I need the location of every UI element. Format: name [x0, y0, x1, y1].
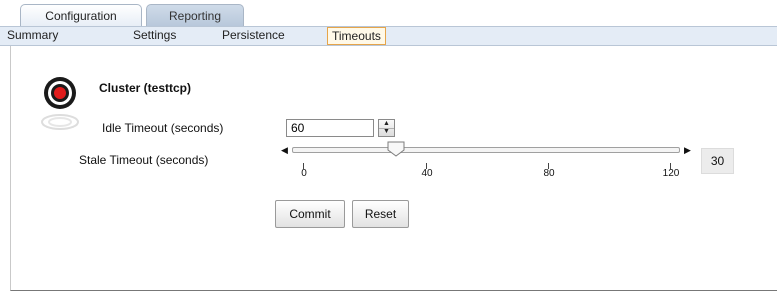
idle-timeout-input[interactable] [286, 119, 374, 137]
reset-button[interactable]: Reset [352, 200, 409, 228]
idle-timeout-spinner[interactable]: ▲ ▼ [378, 119, 395, 137]
idle-timeout-label: Idle Timeout (seconds) [102, 121, 224, 135]
subtab-settings[interactable]: Settings [133, 28, 176, 43]
stale-timeout-label: Stale Timeout (seconds) [79, 153, 209, 167]
tab-reporting[interactable]: Reporting [146, 4, 244, 27]
spinner-down-icon[interactable]: ▼ [379, 128, 394, 136]
slider-tick-label: 120 [662, 168, 680, 179]
slider-tick-label: 80 [543, 168, 555, 179]
timeouts-panel: Configuration Reporting Summary Settings… [0, 0, 777, 294]
subtab-persistence[interactable]: Persistence [222, 28, 285, 43]
stale-timeout-slider-thumb[interactable] [387, 141, 405, 157]
slider-right-arrow-icon[interactable]: ▶ [684, 145, 691, 156]
slider-tick-label: 0 [301, 168, 307, 179]
tab-configuration[interactable]: Configuration [20, 4, 142, 27]
cluster-title: Cluster (testtcp) [99, 81, 192, 95]
commit-button[interactable]: Commit [275, 200, 345, 228]
slider-tick-label: 40 [421, 168, 433, 179]
target-icon [41, 77, 79, 130]
subtab-summary[interactable]: Summary [7, 28, 58, 43]
sub-tab-bar: Summary Settings Persistence Timeouts [0, 26, 777, 46]
stale-timeout-value: 30 [701, 148, 734, 174]
subtab-timeouts[interactable]: Timeouts [327, 27, 386, 45]
stale-timeout-slider-track[interactable] [292, 147, 680, 153]
slider-left-arrow-icon[interactable]: ◀ [281, 145, 288, 156]
